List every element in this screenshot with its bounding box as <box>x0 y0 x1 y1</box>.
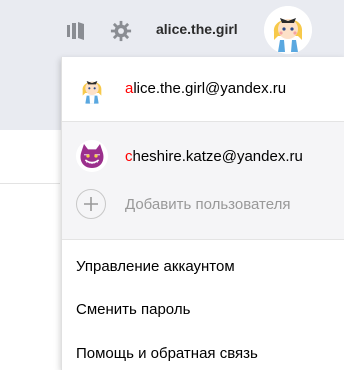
menu-item-label: Сменить пароль <box>76 301 191 318</box>
cheshire-cat-avatar-icon <box>76 140 108 172</box>
content-divider <box>0 183 60 184</box>
current-account-row[interactable]: alice.the.girl@yandex.ru <box>62 57 344 122</box>
email-first-letter: c <box>125 148 133 165</box>
header-avatar[interactable] <box>264 6 312 54</box>
menu-item-manage-account[interactable]: Управление аккаунтом <box>62 247 344 287</box>
current-account-email: alice.the.girl@yandex.ru <box>125 80 286 97</box>
email-rest: lice.the.girl@yandex.ru <box>133 80 287 97</box>
account-dropdown: alice.the.girl@yandex.ru cheshire.katze@… <box>61 57 344 370</box>
books-icon[interactable] <box>63 18 89 44</box>
header-username[interactable]: alice.the.girl <box>156 21 238 37</box>
account-row-cheshire[interactable]: cheshire.katze@yandex.ru <box>62 122 344 186</box>
other-account-email: cheshire.katze@yandex.ru <box>125 148 303 165</box>
menu-item-help-feedback[interactable]: Помощь и обратная связь <box>62 334 344 370</box>
alice-avatar-icon <box>76 73 108 105</box>
other-accounts-section: cheshire.katze@yandex.ru Добавить пользо… <box>62 122 344 240</box>
email-rest: heshire.katze@yandex.ru <box>132 148 303 165</box>
plus-icon <box>76 189 106 219</box>
gear-icon[interactable] <box>108 18 134 44</box>
menu-item-label: Управление аккаунтом <box>76 258 235 275</box>
add-user-label: Добавить пользователя <box>125 196 291 213</box>
add-user-button[interactable]: Добавить пользователя <box>62 186 344 234</box>
menu-item-label: Помощь и обратная связь <box>76 345 258 362</box>
menu-item-change-password[interactable]: Сменить пароль <box>62 290 344 330</box>
